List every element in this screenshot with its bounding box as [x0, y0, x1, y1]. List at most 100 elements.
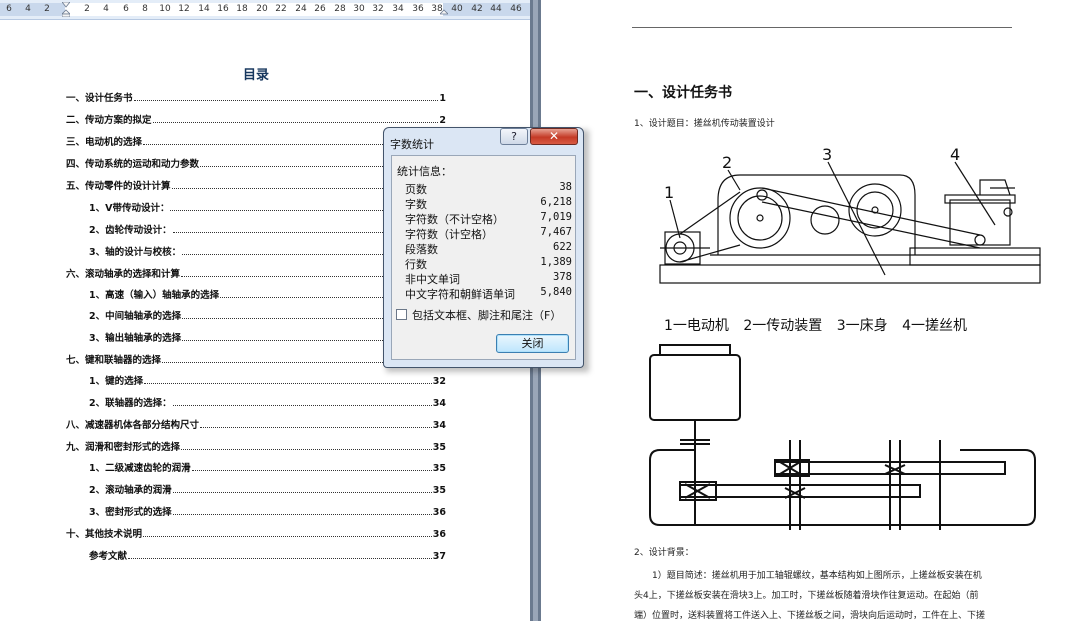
toc-entry-label: 六、滚动轴承的选择和计算 — [66, 269, 181, 280]
toc-entry-label: 3、输出轴轴承的选择 — [89, 333, 182, 344]
ruler-tick: 8 — [142, 4, 148, 14]
header-rule — [632, 27, 1012, 28]
statistic-value: 5,840 — [540, 286, 572, 298]
ruler-tick: 2 — [84, 4, 90, 14]
toc-entry-page: 34 — [432, 420, 446, 431]
close-button[interactable]: 关闭 — [496, 334, 569, 353]
toc-entry-label: 七、键和联轴器的选择 — [66, 355, 162, 366]
toc-leader-dots — [172, 492, 432, 493]
toc-entry-page: 36 — [432, 529, 446, 540]
ruler-indent-marker[interactable] — [62, 2, 70, 17]
statistic-name: 字符数（计空格） — [405, 228, 493, 241]
toc-entry[interactable]: 3、密封形式的选择 36 — [89, 504, 446, 518]
toc-entry[interactable]: 1、键的选择 32 — [89, 373, 446, 387]
toc-entry-label: 1、高速（输入）轴轴承的选择 — [89, 290, 220, 301]
toc-entry-label: 一、设计任务书 — [66, 93, 133, 104]
design-topic-line: 1、设计题目：搓丝机传动装置设计 — [634, 119, 775, 129]
toc-leader-dots — [133, 100, 439, 101]
diagram-label-4: 4 — [950, 145, 960, 164]
statistic-value: 7,019 — [540, 211, 572, 223]
ruler-tick: 16 — [217, 4, 229, 14]
horizontal-ruler[interactable]: 6 4 2 2 4 6 8 10 12 14 16 18 20 22 24 26… — [0, 0, 530, 20]
toc-entry-page: 35 — [432, 442, 446, 453]
toc-entry-label: 2、滚动轴承的润滑 — [89, 485, 172, 496]
ruler-tick: 4 — [103, 4, 109, 14]
body-paragraph-line: 1）题目简述：搓丝机用于加工轴辊螺纹，基本结构如上图所示，上搓丝板安装在机 — [652, 571, 982, 581]
toc-entry[interactable]: 2、联轴器的选择： 34 — [89, 395, 446, 409]
toc-entry[interactable]: 1、二级减速齿轮的润滑 35 — [89, 460, 446, 474]
include-textboxes-checkbox[interactable] — [396, 309, 407, 320]
toc-entry-page: 34 — [432, 398, 446, 409]
toc-entry[interactable]: 八、减速器机体各部分结构尺寸 34 — [66, 417, 446, 431]
toc-entry[interactable]: 参考文献 37 — [89, 548, 446, 562]
statistic-value: 1,389 — [540, 256, 572, 268]
design-background-line: 2、设计背景： — [634, 548, 694, 558]
statistic-row: 段落数 622 — [405, 241, 572, 256]
diagram-label-3: 3 — [822, 145, 832, 164]
diagram-label-2: 2 — [722, 153, 732, 172]
toc-entry[interactable]: 九、润滑和密封形式的选择 35 — [66, 439, 446, 453]
ruler-right-indent-marker[interactable] — [440, 2, 448, 17]
statistic-value: 378 — [553, 271, 572, 283]
toc-title: 目录 — [242, 68, 269, 83]
statistic-name: 非中文单词 — [405, 273, 460, 286]
statistic-name: 页数 — [405, 183, 427, 196]
ruler-tick: 14 — [198, 4, 210, 14]
close-icon[interactable]: ✕ — [530, 128, 578, 145]
body-paragraph-line: 端）位置时，送料装置将工件送入上、下搓丝板之间，滑块向后运动时，工件在上、下搓 — [634, 611, 986, 621]
toc-entry-label: 2、联轴器的选择： — [89, 398, 172, 409]
toc-entry-label: 参考文献 — [89, 551, 128, 562]
ruler-tick: 12 — [178, 4, 190, 14]
diagram-label-1: 1 — [664, 183, 674, 202]
ruler-tick: 40 — [451, 4, 463, 14]
statistic-row: 字符数（不计空格） 7,019 — [405, 211, 572, 226]
toc-entry-label: 1、二级减速齿轮的润滑 — [89, 463, 191, 474]
statistic-row: 行数 1,389 — [405, 256, 572, 271]
ruler-tick: 34 — [392, 4, 404, 14]
section-heading: 一、设计任务书 — [634, 85, 732, 101]
ruler-tick: 4 — [25, 4, 31, 14]
toc-entry-label: 十、其他技术说明 — [66, 529, 143, 540]
ruler-tick: 10 — [159, 4, 171, 14]
toc-entry-label: 1、V带传动设计： — [89, 203, 170, 214]
ruler-tick: 32 — [372, 4, 384, 14]
statistic-value: 38 — [559, 181, 572, 193]
toc-entry[interactable]: 二、传动方案的拟定 2 — [66, 112, 446, 126]
ruler-tick: 24 — [295, 4, 307, 14]
toc-entry-page: 36 — [432, 507, 446, 518]
ruler-tick: 18 — [236, 4, 248, 14]
toc-entry-label: 四、传动系统的运动和动力参数 — [66, 159, 200, 170]
dialog-title: 字数统计 — [390, 138, 434, 151]
ruler-tick: 20 — [256, 4, 268, 14]
toc-entry-page: 32 — [432, 376, 446, 387]
help-button[interactable]: ? — [500, 128, 528, 145]
transmission-schematic-diagram — [649, 344, 1036, 530]
toc-leader-dots — [144, 383, 432, 384]
toc-entry[interactable]: 2、滚动轴承的润滑 35 — [89, 482, 446, 496]
ruler-tick: 28 — [334, 4, 346, 14]
toc-leader-dots — [181, 449, 432, 450]
toc-leader-dots — [152, 122, 439, 123]
ruler-tick: 36 — [412, 4, 424, 14]
toc-entry-page: 35 — [432, 463, 446, 474]
toc-leader-dots — [128, 558, 432, 559]
include-textboxes-label[interactable]: 包括文本框、脚注和尾注（F） — [412, 307, 561, 323]
toc-entry-label: 2、齿轮传动设计： — [89, 225, 172, 236]
statistic-row: 非中文单词 378 — [405, 271, 572, 286]
toc-entry-label: 八、减速器机体各部分结构尺寸 — [66, 420, 200, 431]
statistic-name: 字数 — [405, 198, 427, 211]
statistic-row: 字符数（计空格） 7,467 — [405, 226, 572, 241]
ruler-tick: 6 — [123, 4, 129, 14]
toc-entry-label: 二、传动方案的拟定 — [66, 115, 152, 126]
statistic-row: 字数 6,218 — [405, 196, 572, 211]
statistic-value: 6,218 — [540, 196, 572, 208]
ruler-text-area — [65, 3, 443, 16]
toc-entry-label: 五、传动零件的设计计算 — [66, 181, 171, 192]
machine-schematic-diagram: 1 2 3 4 — [659, 145, 1041, 284]
toc-entry-label: 九、润滑和密封形式的选择 — [66, 442, 181, 453]
statistic-name: 字符数（不计空格） — [405, 213, 504, 226]
toc-leader-dots — [172, 405, 432, 406]
toc-entry[interactable]: 一、设计任务书 1 — [66, 90, 446, 104]
toc-leader-dots — [172, 514, 432, 515]
toc-entry[interactable]: 十、其他技术说明 36 — [66, 526, 446, 540]
